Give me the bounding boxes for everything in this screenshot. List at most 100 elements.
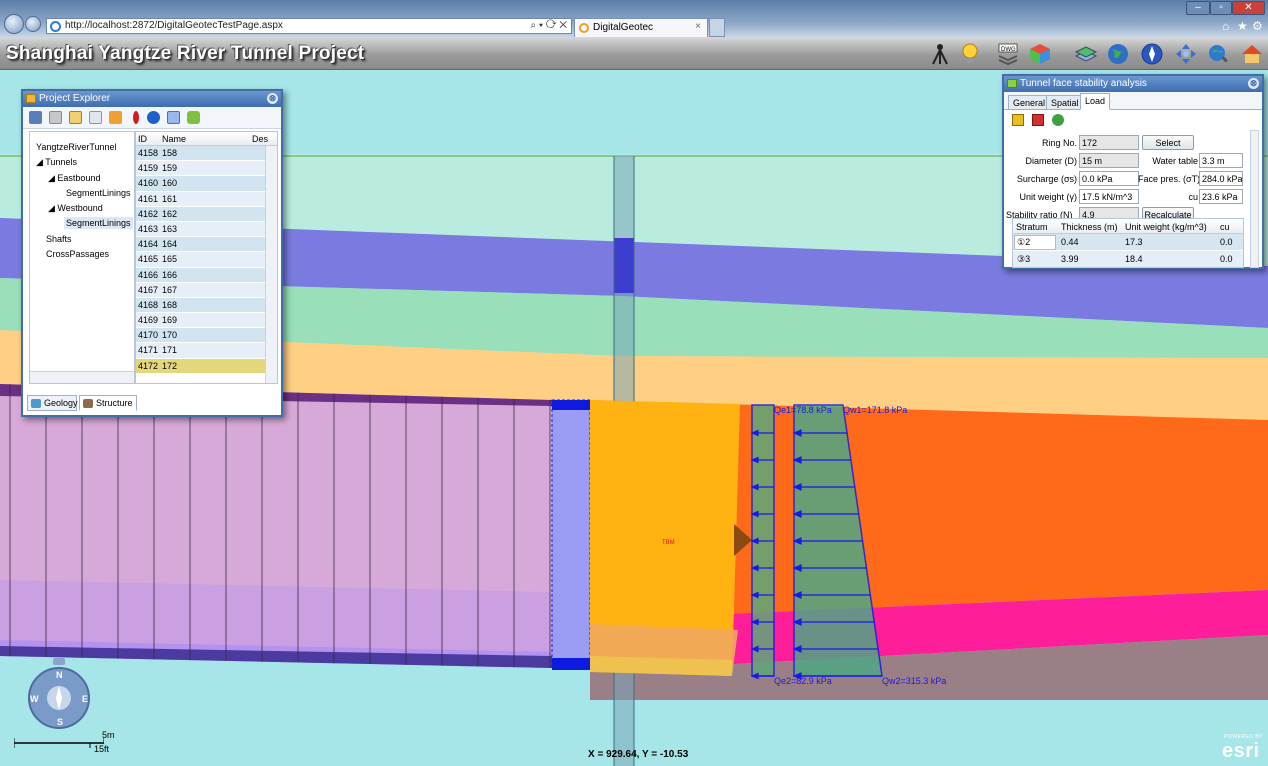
layers-map-icon[interactable] xyxy=(1074,42,1098,66)
table-row[interactable]: ①2 0.44 17.3 0.0 xyxy=(1013,234,1243,251)
favorites-icon[interactable]: ★ xyxy=(1237,19,1248,33)
tree-node[interactable]: SegmentLinings xyxy=(66,188,131,198)
minimize-button[interactable]: – xyxy=(1186,1,1210,15)
forward-button[interactable] xyxy=(25,16,41,32)
table-row[interactable]: ③3 3.99 18.4 0.0 xyxy=(1013,251,1243,267)
maximize-button[interactable]: ▫ xyxy=(1210,1,1232,15)
select-box-icon[interactable] xyxy=(167,111,180,124)
grid-icon[interactable] xyxy=(49,111,62,124)
tree-node[interactable]: YangtzeRiverTunnel xyxy=(36,142,117,152)
id-cell: 4168 xyxy=(138,299,159,310)
col-desc[interactable]: Des xyxy=(252,134,268,144)
table-row[interactable]: 4164 164 xyxy=(136,237,277,253)
table-row[interactable]: 4169 169 xyxy=(136,313,277,329)
home-app-icon[interactable] xyxy=(1240,42,1264,66)
tools-gear-icon[interactable]: ⚙ xyxy=(1252,19,1263,33)
table-row[interactable]: 4158 158 xyxy=(136,146,277,162)
tab-close-icon[interactable]: × xyxy=(695,21,701,32)
surcharge-field[interactable]: 0.0 kPa xyxy=(1079,171,1139,186)
browser-tab[interactable]: DigitalGeotec × xyxy=(574,18,708,37)
load-diagram-icon[interactable] xyxy=(1032,114,1044,126)
tunnel-face-scrollbar[interactable] xyxy=(1250,130,1259,268)
id-cell: 4160 xyxy=(138,178,159,189)
tree-node[interactable]: ◢ Westbound xyxy=(48,203,103,214)
zoom-globe-icon[interactable] xyxy=(1206,42,1230,66)
tree-node-selected[interactable]: SegmentLinings xyxy=(64,217,133,229)
globe-icon[interactable] xyxy=(1106,42,1130,66)
tree-node[interactable]: CrossPassages xyxy=(46,249,109,259)
table-row-selected[interactable]: 4172 172 xyxy=(136,358,277,374)
rings-grid[interactable]: ID Name Des 4158 158 4159 159 4160 160 4161 161… xyxy=(135,131,278,384)
strata-table[interactable]: Stratum Thickness (m) Unit weight (kg/m^… xyxy=(1012,218,1244,268)
tab-geology[interactable]: Geology xyxy=(27,395,78,411)
table-row[interactable]: 4167 167 xyxy=(136,282,277,298)
tunnel-face-titlebar[interactable]: Tunnel face stability analysis ⊗ xyxy=(1004,76,1262,92)
cube-3d-icon[interactable] xyxy=(1028,42,1052,66)
tree-node[interactable]: ◢ Eastbound xyxy=(48,173,100,184)
diameter-field[interactable]: 15 m xyxy=(1079,153,1139,168)
home-icon[interactable]: ⌂ xyxy=(1222,19,1229,33)
tab-spatial[interactable]: Spatial xyxy=(1046,95,1084,110)
close-icon[interactable]: ⊗ xyxy=(267,93,278,104)
connect-icon[interactable] xyxy=(29,111,42,124)
refresh-icon[interactable] xyxy=(187,111,200,124)
col-id[interactable]: ID xyxy=(138,134,147,144)
table-row[interactable]: 4161 161 xyxy=(136,191,277,207)
strata-header: Stratum Thickness (m) Unit weight (kg/m^… xyxy=(1013,219,1243,234)
document-icon[interactable] xyxy=(69,111,82,124)
ring-no-field[interactable]: 172 xyxy=(1079,135,1139,150)
load-settings-icon[interactable] xyxy=(1052,114,1064,126)
grid-vertical-scrollbar[interactable] xyxy=(265,146,277,383)
dwg-layers-icon[interactable]: DWG xyxy=(996,42,1020,66)
compass-rose-icon[interactable]: N S E W xyxy=(26,658,92,730)
tree-horizontal-scrollbar[interactable] xyxy=(30,371,134,383)
tree-node[interactable]: Shafts xyxy=(46,234,72,244)
tunnel-face-window[interactable]: Tunnel face stability analysis ⊗ General… xyxy=(1002,74,1264,269)
table-row[interactable]: 4160 160 xyxy=(136,176,277,192)
water-table-field[interactable]: 3.3 m xyxy=(1199,153,1243,168)
tab-structure[interactable]: Structure xyxy=(79,395,137,411)
table-row[interactable]: 4162 162 xyxy=(136,206,277,222)
unit-weight-field[interactable]: 17.5 kN/m^3 xyxy=(1079,189,1139,204)
table-row[interactable]: 4168 168 xyxy=(136,297,277,314)
pin-icon[interactable] xyxy=(133,111,139,124)
back-button[interactable] xyxy=(4,14,24,34)
pan-icon[interactable] xyxy=(1174,42,1198,66)
address-actions[interactable]: ⌕ ▾ ⟳ ✕ xyxy=(531,20,567,31)
table-row[interactable]: 4170 170 xyxy=(136,328,277,344)
col-name[interactable]: Name xyxy=(162,134,186,144)
table-icon[interactable] xyxy=(89,111,102,124)
lightbulb-icon[interactable] xyxy=(958,42,982,66)
new-tab-button[interactable] xyxy=(709,18,725,37)
close-window-button[interactable]: ✕ xyxy=(1232,1,1265,15)
project-explorer-titlebar[interactable]: Project Explorer ⊗ xyxy=(23,91,281,107)
cu-field[interactable]: 23.6 kPa xyxy=(1199,189,1243,204)
info-icon[interactable] xyxy=(147,111,160,124)
qw1-label: Qw1=171.8 kPa xyxy=(843,405,907,415)
close-icon[interactable]: ⊗ xyxy=(1248,78,1259,89)
col-unit-weight[interactable]: Unit weight (kg/m^3) xyxy=(1125,222,1207,232)
tab-general[interactable]: General xyxy=(1008,95,1051,110)
id-cell: 4164 xyxy=(138,239,159,250)
select-button[interactable]: Select xyxy=(1142,135,1194,150)
tree-node[interactable]: ◢ Tunnels xyxy=(36,157,77,168)
address-bar[interactable]: http://localhost:2872/DigitalGeotecTestP… xyxy=(46,18,572,34)
survey-tool-icon[interactable] xyxy=(928,42,952,66)
table-row[interactable]: 4159 159 xyxy=(136,161,277,177)
project-tree[interactable]: YangtzeRiverTunnel ◢ Tunnels ◢ Eastbound… xyxy=(29,131,135,384)
col-thickness[interactable]: Thickness (m) xyxy=(1061,222,1118,232)
col-cu[interactable]: cu xyxy=(1220,222,1230,232)
table-row[interactable]: 4166 166 xyxy=(136,267,277,283)
tree-icon[interactable] xyxy=(109,111,122,124)
id-cell: 4159 xyxy=(138,163,159,174)
tab-load[interactable]: Load xyxy=(1080,93,1111,110)
compass-nav-icon[interactable] xyxy=(1140,42,1164,66)
ie-icon xyxy=(50,21,61,32)
table-row[interactable]: 4171 171 xyxy=(136,343,277,359)
col-stratum[interactable]: Stratum xyxy=(1016,222,1048,232)
load-calc-icon[interactable] xyxy=(1012,114,1024,126)
table-row[interactable]: 4163 163 xyxy=(136,221,277,238)
project-explorer-window[interactable]: Project Explorer ⊗ YangtzeRiverTunnel ◢ … xyxy=(21,89,283,417)
table-row[interactable]: 4165 165 xyxy=(136,252,277,268)
face-pressure-field[interactable]: 284.0 kPa xyxy=(1199,171,1243,186)
